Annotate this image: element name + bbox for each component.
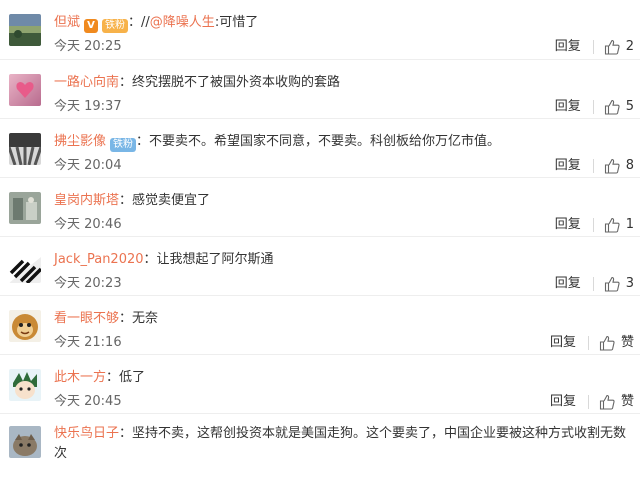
comment-item: 一路心向南：终究摆脱不了被国外资本收购的套路 今天 19:37 回复 5 <box>0 60 640 119</box>
avatar[interactable] <box>9 14 41 46</box>
timestamp: 今天 20:25 <box>54 39 122 54</box>
comment-text-line: 皇岗内斯塔：感觉卖便宜了 <box>54 191 632 211</box>
like-label[interactable]: 赞 <box>621 334 634 352</box>
timestamp: 今天 21:16 <box>54 335 122 350</box>
comment-actions: 回复 8 <box>555 157 634 175</box>
colon: ： <box>136 134 150 149</box>
comment-actions: 回复 赞 <box>550 393 634 411</box>
reply-button[interactable]: 回复 <box>555 38 581 56</box>
colon: ： <box>119 193 133 208</box>
comment-text: 低了 <box>119 370 146 385</box>
divider <box>592 40 594 54</box>
avatar[interactable] <box>9 369 41 401</box>
comment-list: 但斌 V 铁粉 ：//@降噪人生:可惜了 今天 20:25 回复 2 一路心向南：终究… <box>0 0 640 474</box>
comment-text-line: 拂尘影像 铁粉 ：不要卖不。希望国家不同意，不要卖。科创板给你万亿市值。 <box>54 132 632 152</box>
reply-button[interactable]: 回复 <box>555 216 581 234</box>
comment-actions: 回复 1 <box>555 216 634 234</box>
username-link[interactable]: 皇岗内斯塔 <box>54 193 119 208</box>
timestamp: 今天 19:37 <box>54 99 122 114</box>
fan-badge: 铁粉 <box>110 138 137 152</box>
comment-actions: 回复 3 <box>555 275 634 293</box>
like-count[interactable]: 1 <box>626 216 634 234</box>
timestamp: 今天 20:04 <box>54 158 122 173</box>
like-count[interactable]: 3 <box>626 275 634 293</box>
colon: ： <box>106 370 120 385</box>
comment-text: 感觉卖便宜了 <box>132 193 211 208</box>
comment-item: Jack_Pan2020：让我想起了阿尔斯通 今天 20:23 回复 3 <box>0 237 640 296</box>
divider <box>592 218 594 232</box>
comment-text-line: 看一眼不够：无奈 <box>54 309 632 329</box>
thumbs-up-icon[interactable] <box>604 276 620 292</box>
comment-item: 拂尘影像 铁粉 ：不要卖不。希望国家不同意，不要卖。科创板给你万亿市值。 今天 20… <box>0 119 640 178</box>
comment-actions: 回复 5 <box>555 98 634 116</box>
timestamp: 今天 20:46 <box>54 217 122 232</box>
timestamp: 今天 20:23 <box>54 276 122 291</box>
like-count[interactable]: 5 <box>626 98 634 116</box>
thumbs-up-icon[interactable] <box>604 217 620 233</box>
reply-button[interactable]: 回复 <box>550 334 576 352</box>
mention-link[interactable]: @降噪人生 <box>150 15 215 30</box>
divider <box>587 395 589 409</box>
comment-item: 但斌 V 铁粉 ：//@降噪人生:可惜了 今天 20:25 回复 2 <box>0 0 640 60</box>
divider <box>592 100 594 114</box>
username-link[interactable]: 看一眼不够 <box>54 311 119 326</box>
username-link[interactable]: 一路心向南 <box>54 75 119 90</box>
avatar[interactable] <box>9 74 41 106</box>
like-count[interactable]: 8 <box>626 157 634 175</box>
colon: ： <box>119 426 133 441</box>
reply-button[interactable]: 回复 <box>555 157 581 175</box>
comment-text-line: 一路心向南：终究摆脱不了被国外资本收购的套路 <box>54 73 632 93</box>
colon: ： <box>128 15 142 30</box>
comment-actions: 回复 赞 <box>550 334 634 352</box>
verified-badge: V <box>84 19 99 33</box>
like-label[interactable]: 赞 <box>621 393 634 411</box>
comment-text: 坚持不卖，这帮创投资本就是美国走狗。这个要卖了，中国企业要被这种方式收割无数次 <box>54 426 627 461</box>
username-link[interactable]: 此木一方 <box>54 370 106 385</box>
thumbs-up-icon[interactable] <box>604 99 620 115</box>
username-link[interactable]: Jack_Pan2020 <box>54 252 144 267</box>
divider <box>592 159 594 173</box>
comment-text-line: 快乐鸟日子：坚持不卖，这帮创投资本就是美国走狗。这个要卖了，中国企业要被这种方式… <box>54 424 630 464</box>
colon: ： <box>143 252 157 267</box>
like-count[interactable]: 2 <box>626 38 634 56</box>
reply-button[interactable]: 回复 <box>555 98 581 116</box>
divider <box>587 336 589 350</box>
avatar[interactable] <box>9 133 41 165</box>
comment-text: 终究摆脱不了被国外资本收购的套路 <box>132 75 341 90</box>
avatar[interactable] <box>9 426 41 458</box>
avatar[interactable] <box>9 192 41 224</box>
comment-actions: 回复 2 <box>555 38 634 56</box>
username-link[interactable]: 拂尘影像 <box>54 134 106 149</box>
avatar[interactable] <box>9 251 41 283</box>
comment-item: 快乐鸟日子：坚持不卖，这帮创投资本就是美国走狗。这个要卖了，中国企业要被这种方式… <box>0 414 640 474</box>
fan-badge: 铁粉 <box>102 19 129 33</box>
comment-text: 不要卖不。希望国家不同意，不要卖。科创板给你万亿市值。 <box>149 134 501 149</box>
comment-text: 让我想起了阿尔斯通 <box>156 252 274 267</box>
comment-text-line: 但斌 V 铁粉 ：//@降噪人生:可惜了 <box>54 13 632 33</box>
username-link[interactable]: 快乐鸟日子 <box>54 426 119 441</box>
divider <box>592 277 594 291</box>
reply-button[interactable]: 回复 <box>555 275 581 293</box>
username-link[interactable]: 但斌 <box>54 15 80 30</box>
comment-text-line: 此木一方：低了 <box>54 368 632 388</box>
comment-item: 此木一方：低了 今天 20:45 回复 赞 <box>0 355 640 414</box>
comment-text: 无奈 <box>132 311 159 326</box>
timestamp: 今天 20:45 <box>54 394 122 409</box>
comment-prefix: // <box>141 15 150 30</box>
reply-button[interactable]: 回复 <box>550 393 576 411</box>
comment-item: 看一眼不够：无奈 今天 21:16 回复 赞 <box>0 296 640 355</box>
avatar[interactable] <box>9 310 41 342</box>
comment-text-line: Jack_Pan2020：让我想起了阿尔斯通 <box>54 250 632 270</box>
thumbs-up-icon[interactable] <box>604 39 620 55</box>
thumbs-up-icon[interactable] <box>604 158 620 174</box>
comment-item: 皇岗内斯塔：感觉卖便宜了 今天 20:46 回复 1 <box>0 178 640 237</box>
comment-suffix: :可惜了 <box>214 15 259 30</box>
thumbs-up-icon[interactable] <box>599 335 615 351</box>
colon: ： <box>119 75 133 90</box>
thumbs-up-icon[interactable] <box>599 394 615 410</box>
colon: ： <box>119 311 133 326</box>
